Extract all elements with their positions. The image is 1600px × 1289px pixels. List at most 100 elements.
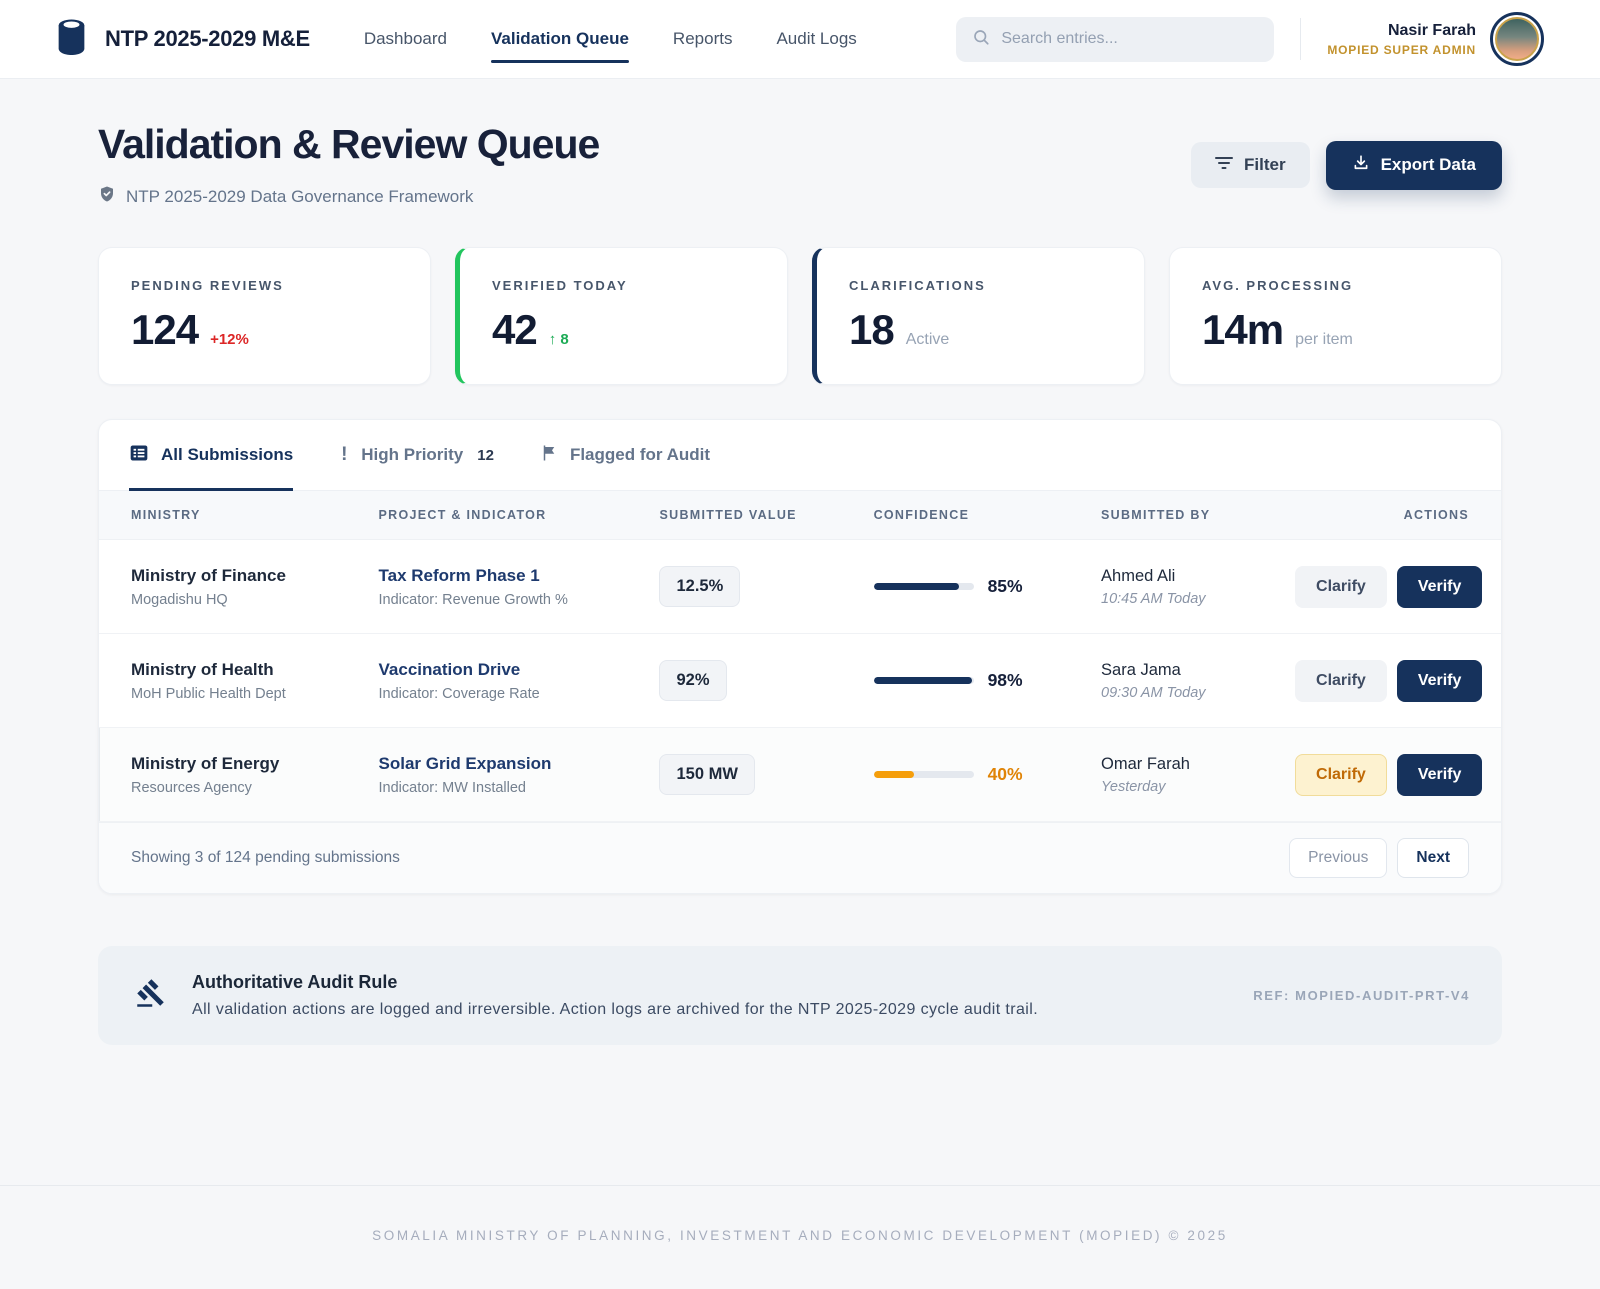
tab-label: High Priority	[361, 445, 463, 465]
ministry-sub: Resources Agency	[131, 780, 379, 796]
ministry-cell: Ministry of Energy Resources Agency	[131, 754, 379, 796]
project-cell: Vaccination Drive Indicator: Coverage Ra…	[379, 660, 660, 702]
pagination-summary: Showing 3 of 124 pending submissions	[131, 849, 400, 867]
shield-check-icon	[98, 184, 116, 209]
ministry-sub: Mogadishu HQ	[131, 592, 379, 608]
search-input[interactable]	[1001, 30, 1258, 48]
submissions-tabs: All Submissions ! High Priority 12 Flagg…	[99, 420, 1501, 491]
nav-item-dashboard[interactable]: Dashboard	[364, 29, 447, 49]
nav-item-audit-logs[interactable]: Audit Logs	[776, 29, 856, 49]
table-header: MINISTRY PROJECT & INDICATOR SUBMITTED V…	[99, 491, 1501, 540]
tab-flagged-for-audit[interactable]: Flagged for Audit	[540, 420, 710, 490]
submitted-by-cell: Omar Farah Yesterday	[1101, 755, 1295, 795]
project-indicator: Indicator: Coverage Rate	[379, 686, 660, 702]
stat-delta: +12%	[210, 331, 249, 348]
filter-button[interactable]: Filter	[1191, 142, 1310, 188]
verify-button[interactable]: Verify	[1397, 660, 1483, 702]
project-name[interactable]: Tax Reform Phase 1	[379, 566, 660, 586]
confidence-bar-fill	[874, 771, 914, 778]
stat-card-verified-today: VERIFIED TODAY 42 ↑ 8	[455, 247, 788, 385]
stat-card-clarifications: CLARIFICATIONS 18 Active	[812, 247, 1145, 385]
ministry-name: Ministry of Finance	[131, 566, 379, 586]
column-header-project: PROJECT & INDICATOR	[379, 508, 660, 522]
stat-sub: per item	[1295, 331, 1353, 349]
value-cell: 150 MW	[659, 754, 873, 795]
ministry-name: Ministry of Health	[131, 660, 379, 680]
submitted-value-badge: 92%	[659, 660, 726, 701]
value-cell: 92%	[659, 660, 873, 701]
submitter-name: Ahmed Ali	[1101, 567, 1295, 586]
avatar-image	[1495, 17, 1539, 61]
user-name: Nasir Farah	[1327, 22, 1476, 40]
stat-label: CLARIFICATIONS	[849, 278, 1112, 293]
project-indicator: Indicator: Revenue Growth %	[379, 592, 660, 608]
pagination-bar: Showing 3 of 124 pending submissions Pre…	[99, 822, 1501, 893]
submitted-by-cell: Ahmed Ali 10:45 AM Today	[1101, 567, 1295, 607]
column-header-confidence: CONFIDENCE	[874, 508, 1101, 522]
audit-rule-banner: Authoritative Audit Rule All validation …	[98, 946, 1502, 1045]
clarify-button[interactable]: Clarify	[1295, 754, 1387, 796]
nav-item-reports[interactable]: Reports	[673, 29, 733, 49]
verify-button[interactable]: Verify	[1397, 566, 1483, 608]
submitted-value-badge: 150 MW	[659, 754, 754, 795]
stat-value: 124	[131, 306, 198, 354]
confidence-bar	[874, 771, 974, 778]
confidence-cell: 98%	[874, 670, 1101, 691]
project-cell: Solar Grid Expansion Indicator: MW Insta…	[379, 754, 660, 796]
brand: NTP 2025-2029 M&E	[56, 19, 310, 60]
flag-icon	[540, 443, 558, 468]
stat-delta: ↑ 8	[549, 331, 569, 348]
page-title: Validation & Review Queue	[98, 121, 599, 168]
main-nav: Dashboard Validation Queue Reports Audit…	[364, 29, 857, 49]
actions-cell: Clarify Verify	[1295, 566, 1482, 608]
page-head: Validation & Review Queue NTP 2025-2029 …	[98, 121, 1502, 209]
clarify-button[interactable]: Clarify	[1295, 566, 1387, 608]
project-name[interactable]: Vaccination Drive	[379, 660, 660, 680]
search-box[interactable]	[956, 17, 1274, 62]
project-name[interactable]: Solar Grid Expansion	[379, 754, 660, 774]
page-subtitle-text: NTP 2025-2029 Data Governance Framework	[126, 187, 473, 207]
submitted-by-cell: Sara Jama 09:30 AM Today	[1101, 661, 1295, 701]
submitter-name: Sara Jama	[1101, 661, 1295, 680]
stat-label: AVG. PROCESSING	[1202, 278, 1469, 293]
next-button[interactable]: Next	[1397, 838, 1469, 878]
confidence-cell: 40%	[874, 764, 1101, 785]
previous-button[interactable]: Previous	[1289, 838, 1387, 878]
column-header-ministry: MINISTRY	[131, 508, 379, 522]
confidence-bar	[874, 583, 974, 590]
project-indicator: Indicator: MW Installed	[379, 780, 660, 796]
confidence-cell: 85%	[874, 576, 1101, 597]
stat-value: 18	[849, 306, 894, 354]
tab-label: Flagged for Audit	[570, 445, 710, 465]
submitted-time: 09:30 AM Today	[1101, 685, 1295, 701]
gavel-icon	[136, 978, 166, 1013]
submitted-value-badge: 12.5%	[659, 566, 740, 607]
ministry-cell: Ministry of Health MoH Public Health Dep…	[131, 660, 379, 702]
audit-text: Authoritative Audit Rule All validation …	[192, 972, 1227, 1019]
tab-label: All Submissions	[161, 445, 293, 465]
confidence-percent: 98%	[988, 670, 1023, 691]
stat-card-avg-processing: AVG. PROCESSING 14m per item	[1169, 247, 1502, 385]
filter-button-label: Filter	[1244, 155, 1286, 175]
export-data-button[interactable]: Export Data	[1326, 141, 1502, 190]
export-button-label: Export Data	[1381, 155, 1476, 175]
tab-all-submissions[interactable]: All Submissions	[129, 420, 293, 490]
avatar[interactable]	[1490, 12, 1544, 66]
stat-value: 42	[492, 306, 537, 354]
confidence-bar-fill	[874, 677, 972, 684]
app-title: NTP 2025-2029 M&E	[105, 26, 310, 52]
footer-text: SOMALIA MINISTRY OF PLANNING, INVESTMENT…	[372, 1228, 1228, 1243]
topbar-divider	[1300, 18, 1301, 60]
main-content: Validation & Review Queue NTP 2025-2029 …	[0, 121, 1600, 1045]
nav-item-validation-queue[interactable]: Validation Queue	[491, 29, 629, 49]
audit-rule-body: All validation actions are logged and ir…	[192, 1001, 1227, 1019]
tab-count-badge: 12	[477, 447, 494, 464]
download-icon	[1352, 154, 1370, 177]
column-header-submitted-by: SUBMITTED BY	[1101, 508, 1295, 522]
tab-high-priority[interactable]: ! High Priority 12	[339, 420, 494, 490]
stat-label: PENDING REVIEWS	[131, 278, 398, 293]
verify-button[interactable]: Verify	[1397, 754, 1483, 796]
clarify-button[interactable]: Clarify	[1295, 660, 1387, 702]
audit-rule-title: Authoritative Audit Rule	[192, 972, 1227, 993]
submitter-name: Omar Farah	[1101, 755, 1295, 774]
